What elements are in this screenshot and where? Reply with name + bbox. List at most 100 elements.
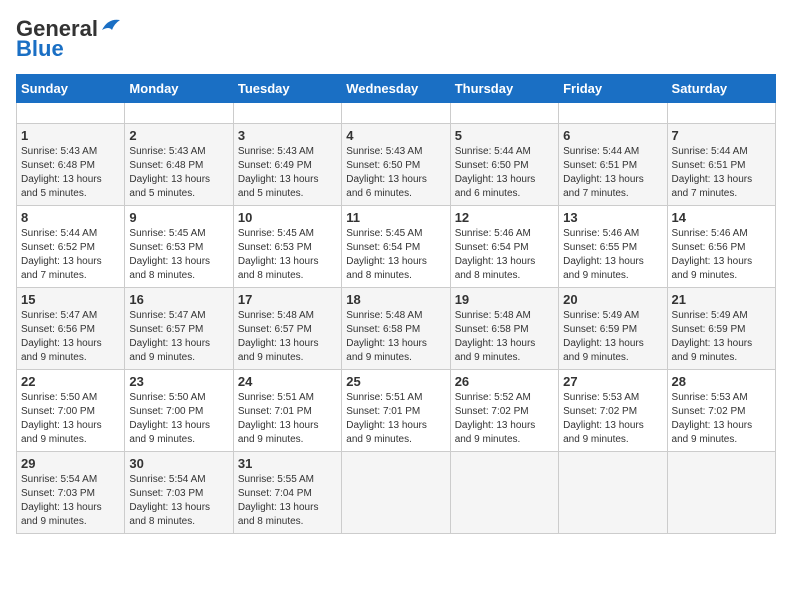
day-info: Sunrise: 5:51 AM Sunset: 7:01 PM Dayligh… — [238, 391, 337, 447]
calendar-day-cell: 3 Sunrise: 5:43 AM Sunset: 6:49 PM Dayli… — [233, 124, 341, 206]
calendar-day-cell: 10 Sunrise: 5:45 AM Sunset: 6:53 PM Dayl… — [233, 206, 341, 288]
calendar-day-cell: 19 Sunrise: 5:48 AM Sunset: 6:58 PM Dayl… — [450, 288, 558, 370]
day-number: 17 — [238, 292, 337, 307]
day-number: 4 — [346, 128, 445, 143]
day-info: Sunrise: 5:55 AM Sunset: 7:04 PM Dayligh… — [238, 473, 337, 529]
day-info: Sunrise: 5:43 AM Sunset: 6:48 PM Dayligh… — [21, 145, 120, 201]
calendar-day-cell: 11 Sunrise: 5:45 AM Sunset: 6:54 PM Dayl… — [342, 206, 450, 288]
calendar-day-cell: 31 Sunrise: 5:55 AM Sunset: 7:04 PM Dayl… — [233, 452, 341, 534]
day-number: 30 — [129, 456, 228, 471]
calendar-day-cell: 28 Sunrise: 5:53 AM Sunset: 7:02 PM Dayl… — [667, 370, 775, 452]
day-number: 6 — [563, 128, 662, 143]
day-number: 5 — [455, 128, 554, 143]
calendar-week-row — [17, 103, 776, 124]
day-number: 18 — [346, 292, 445, 307]
calendar-day-cell: 18 Sunrise: 5:48 AM Sunset: 6:58 PM Dayl… — [342, 288, 450, 370]
day-info: Sunrise: 5:44 AM Sunset: 6:50 PM Dayligh… — [455, 145, 554, 201]
day-info: Sunrise: 5:43 AM Sunset: 6:50 PM Dayligh… — [346, 145, 445, 201]
day-number: 1 — [21, 128, 120, 143]
day-number: 22 — [21, 374, 120, 389]
day-info: Sunrise: 5:49 AM Sunset: 6:59 PM Dayligh… — [563, 309, 662, 365]
calendar-day-cell — [17, 103, 125, 124]
day-number: 11 — [346, 210, 445, 225]
calendar-day-cell: 13 Sunrise: 5:46 AM Sunset: 6:55 PM Dayl… — [559, 206, 667, 288]
day-number: 31 — [238, 456, 337, 471]
day-number: 8 — [21, 210, 120, 225]
day-number: 14 — [672, 210, 771, 225]
day-number: 28 — [672, 374, 771, 389]
calendar-day-cell: 4 Sunrise: 5:43 AM Sunset: 6:50 PM Dayli… — [342, 124, 450, 206]
calendar-day-cell — [559, 103, 667, 124]
day-number: 16 — [129, 292, 228, 307]
weekday-header-thursday: Thursday — [450, 75, 558, 103]
calendar-day-cell: 8 Sunrise: 5:44 AM Sunset: 6:52 PM Dayli… — [17, 206, 125, 288]
weekday-header-row: SundayMondayTuesdayWednesdayThursdayFrid… — [17, 75, 776, 103]
day-info: Sunrise: 5:46 AM Sunset: 6:56 PM Dayligh… — [672, 227, 771, 283]
day-number: 19 — [455, 292, 554, 307]
calendar-day-cell — [233, 103, 341, 124]
calendar-day-cell — [450, 452, 558, 534]
day-number: 26 — [455, 374, 554, 389]
day-info: Sunrise: 5:47 AM Sunset: 6:57 PM Dayligh… — [129, 309, 228, 365]
day-number: 13 — [563, 210, 662, 225]
day-number: 12 — [455, 210, 554, 225]
day-number: 7 — [672, 128, 771, 143]
calendar-day-cell: 14 Sunrise: 5:46 AM Sunset: 6:56 PM Dayl… — [667, 206, 775, 288]
calendar-day-cell — [342, 452, 450, 534]
calendar-day-cell: 5 Sunrise: 5:44 AM Sunset: 6:50 PM Dayli… — [450, 124, 558, 206]
day-info: Sunrise: 5:45 AM Sunset: 6:53 PM Dayligh… — [129, 227, 228, 283]
calendar-week-row: 29 Sunrise: 5:54 AM Sunset: 7:03 PM Dayl… — [17, 452, 776, 534]
weekday-header-friday: Friday — [559, 75, 667, 103]
weekday-header-sunday: Sunday — [17, 75, 125, 103]
day-info: Sunrise: 5:43 AM Sunset: 6:49 PM Dayligh… — [238, 145, 337, 201]
day-info: Sunrise: 5:48 AM Sunset: 6:57 PM Dayligh… — [238, 309, 337, 365]
day-info: Sunrise: 5:51 AM Sunset: 7:01 PM Dayligh… — [346, 391, 445, 447]
day-number: 9 — [129, 210, 228, 225]
day-number: 3 — [238, 128, 337, 143]
calendar-day-cell: 2 Sunrise: 5:43 AM Sunset: 6:48 PM Dayli… — [125, 124, 233, 206]
day-number: 25 — [346, 374, 445, 389]
calendar-day-cell: 12 Sunrise: 5:46 AM Sunset: 6:54 PM Dayl… — [450, 206, 558, 288]
calendar-day-cell — [667, 103, 775, 124]
calendar-day-cell: 22 Sunrise: 5:50 AM Sunset: 7:00 PM Dayl… — [17, 370, 125, 452]
calendar-day-cell: 7 Sunrise: 5:44 AM Sunset: 6:51 PM Dayli… — [667, 124, 775, 206]
day-number: 2 — [129, 128, 228, 143]
weekday-header-wednesday: Wednesday — [342, 75, 450, 103]
day-info: Sunrise: 5:47 AM Sunset: 6:56 PM Dayligh… — [21, 309, 120, 365]
logo-bird-icon — [100, 16, 122, 34]
weekday-header-tuesday: Tuesday — [233, 75, 341, 103]
day-info: Sunrise: 5:46 AM Sunset: 6:55 PM Dayligh… — [563, 227, 662, 283]
day-info: Sunrise: 5:53 AM Sunset: 7:02 PM Dayligh… — [563, 391, 662, 447]
day-info: Sunrise: 5:48 AM Sunset: 6:58 PM Dayligh… — [346, 309, 445, 365]
day-info: Sunrise: 5:54 AM Sunset: 7:03 PM Dayligh… — [21, 473, 120, 529]
calendar-day-cell: 17 Sunrise: 5:48 AM Sunset: 6:57 PM Dayl… — [233, 288, 341, 370]
calendar-day-cell: 24 Sunrise: 5:51 AM Sunset: 7:01 PM Dayl… — [233, 370, 341, 452]
day-info: Sunrise: 5:45 AM Sunset: 6:54 PM Dayligh… — [346, 227, 445, 283]
day-number: 10 — [238, 210, 337, 225]
calendar-day-cell: 1 Sunrise: 5:43 AM Sunset: 6:48 PM Dayli… — [17, 124, 125, 206]
day-info: Sunrise: 5:49 AM Sunset: 6:59 PM Dayligh… — [672, 309, 771, 365]
logo: General Blue — [16, 16, 122, 62]
calendar-week-row: 8 Sunrise: 5:44 AM Sunset: 6:52 PM Dayli… — [17, 206, 776, 288]
calendar-day-cell: 6 Sunrise: 5:44 AM Sunset: 6:51 PM Dayli… — [559, 124, 667, 206]
day-number: 23 — [129, 374, 228, 389]
calendar-day-cell: 29 Sunrise: 5:54 AM Sunset: 7:03 PM Dayl… — [17, 452, 125, 534]
day-info: Sunrise: 5:54 AM Sunset: 7:03 PM Dayligh… — [129, 473, 228, 529]
calendar-day-cell: 9 Sunrise: 5:45 AM Sunset: 6:53 PM Dayli… — [125, 206, 233, 288]
day-info: Sunrise: 5:52 AM Sunset: 7:02 PM Dayligh… — [455, 391, 554, 447]
calendar-day-cell: 27 Sunrise: 5:53 AM Sunset: 7:02 PM Dayl… — [559, 370, 667, 452]
day-number: 15 — [21, 292, 120, 307]
day-info: Sunrise: 5:46 AM Sunset: 6:54 PM Dayligh… — [455, 227, 554, 283]
calendar-day-cell: 26 Sunrise: 5:52 AM Sunset: 7:02 PM Dayl… — [450, 370, 558, 452]
logo-blue: Blue — [16, 36, 64, 62]
calendar-day-cell — [667, 452, 775, 534]
calendar-table: SundayMondayTuesdayWednesdayThursdayFrid… — [16, 74, 776, 534]
day-info: Sunrise: 5:44 AM Sunset: 6:51 PM Dayligh… — [563, 145, 662, 201]
day-info: Sunrise: 5:53 AM Sunset: 7:02 PM Dayligh… — [672, 391, 771, 447]
calendar-day-cell: 20 Sunrise: 5:49 AM Sunset: 6:59 PM Dayl… — [559, 288, 667, 370]
calendar-day-cell: 16 Sunrise: 5:47 AM Sunset: 6:57 PM Dayl… — [125, 288, 233, 370]
calendar-day-cell: 25 Sunrise: 5:51 AM Sunset: 7:01 PM Dayl… — [342, 370, 450, 452]
day-number: 24 — [238, 374, 337, 389]
day-info: Sunrise: 5:50 AM Sunset: 7:00 PM Dayligh… — [21, 391, 120, 447]
calendar-day-cell — [342, 103, 450, 124]
